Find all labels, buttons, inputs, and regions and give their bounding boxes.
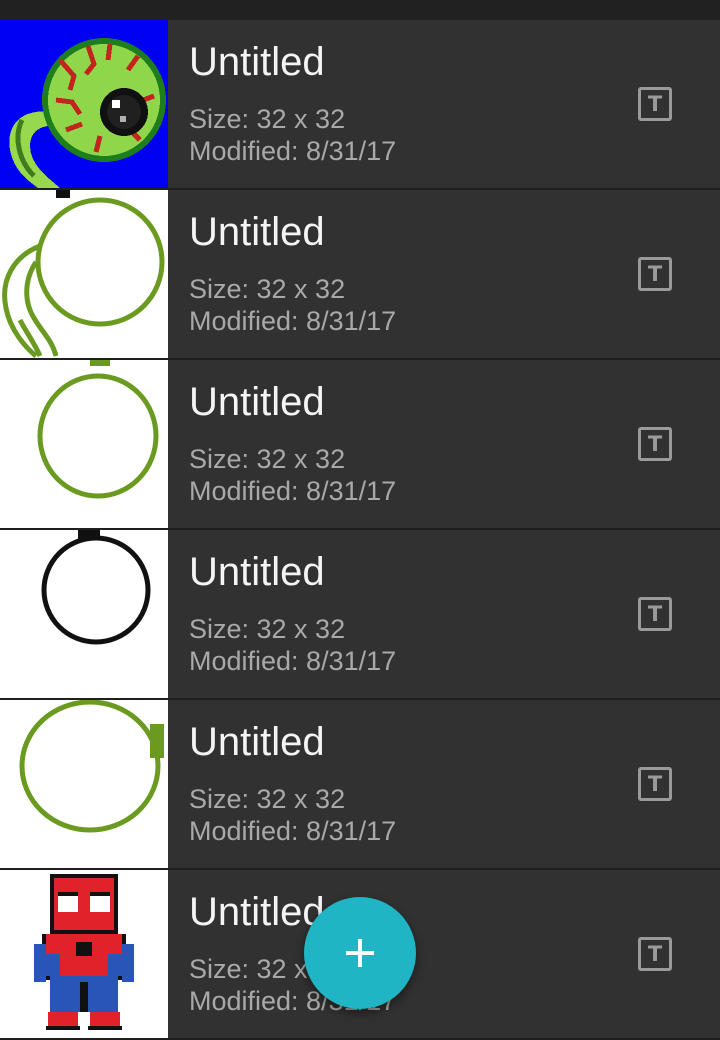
rename-icon[interactable]: T <box>638 597 672 631</box>
project-title: Untitled <box>189 550 325 594</box>
plus-icon <box>346 939 374 967</box>
project-title: Untitled <box>189 210 325 254</box>
project-row[interactable]: Untitled Size: 32 x 32 Modified: 8/31/17… <box>0 700 720 870</box>
project-modified-date: Modified: 8/31/17 <box>189 816 397 846</box>
project-list: Untitled Size: 32 x 32 Modified: 8/31/17… <box>0 20 720 1040</box>
project-size: Size: 32 x 32 <box>189 104 346 134</box>
green-circle-drawing-icon <box>0 360 168 528</box>
green-eyeball-drawing-icon <box>0 20 168 188</box>
project-size: Size: 32 x 32 <box>189 614 346 644</box>
project-row[interactable]: Untitled Size: 32 x 32 Modified: 8/31/17… <box>0 530 720 700</box>
add-project-button[interactable] <box>304 897 416 1009</box>
rename-icon[interactable]: T <box>638 937 672 971</box>
project-row[interactable]: Untitled Size: 32 x 32 Modified: 8/31/17… <box>0 360 720 530</box>
project-row[interactable]: Untitled Size: 32 x 32 Modified: 8/31/17… <box>0 20 720 190</box>
project-size: Size: 32 x 32 <box>189 444 346 474</box>
rename-icon[interactable]: T <box>638 767 672 801</box>
spiderman-sprite-icon <box>0 870 168 1038</box>
project-title: Untitled <box>189 380 325 424</box>
rename-icon[interactable]: T <box>638 87 672 121</box>
rename-icon[interactable]: T <box>638 257 672 291</box>
project-size: Size: 32 x 32 <box>189 784 346 814</box>
project-modified-date: Modified: 8/31/17 <box>189 306 397 336</box>
project-title: Untitled <box>189 890 325 934</box>
black-circle-drawing-icon <box>0 530 168 698</box>
project-row[interactable]: Untitled Size: 32 x 32 Modified: 8/31/17… <box>0 190 720 360</box>
project-modified-date: Modified: 8/31/17 <box>189 646 397 676</box>
project-modified-date: Modified: 8/31/17 <box>189 476 397 506</box>
project-size: Size: 32 x 32 <box>189 274 346 304</box>
green-circle-drawing-icon <box>0 700 168 868</box>
rename-icon[interactable]: T <box>638 427 672 461</box>
project-title: Untitled <box>189 40 325 84</box>
status-bar <box>0 0 720 20</box>
project-title: Untitled <box>189 720 325 764</box>
project-modified-date: Modified: 8/31/17 <box>189 136 397 166</box>
eyeball-outline-drawing-icon <box>0 190 168 358</box>
